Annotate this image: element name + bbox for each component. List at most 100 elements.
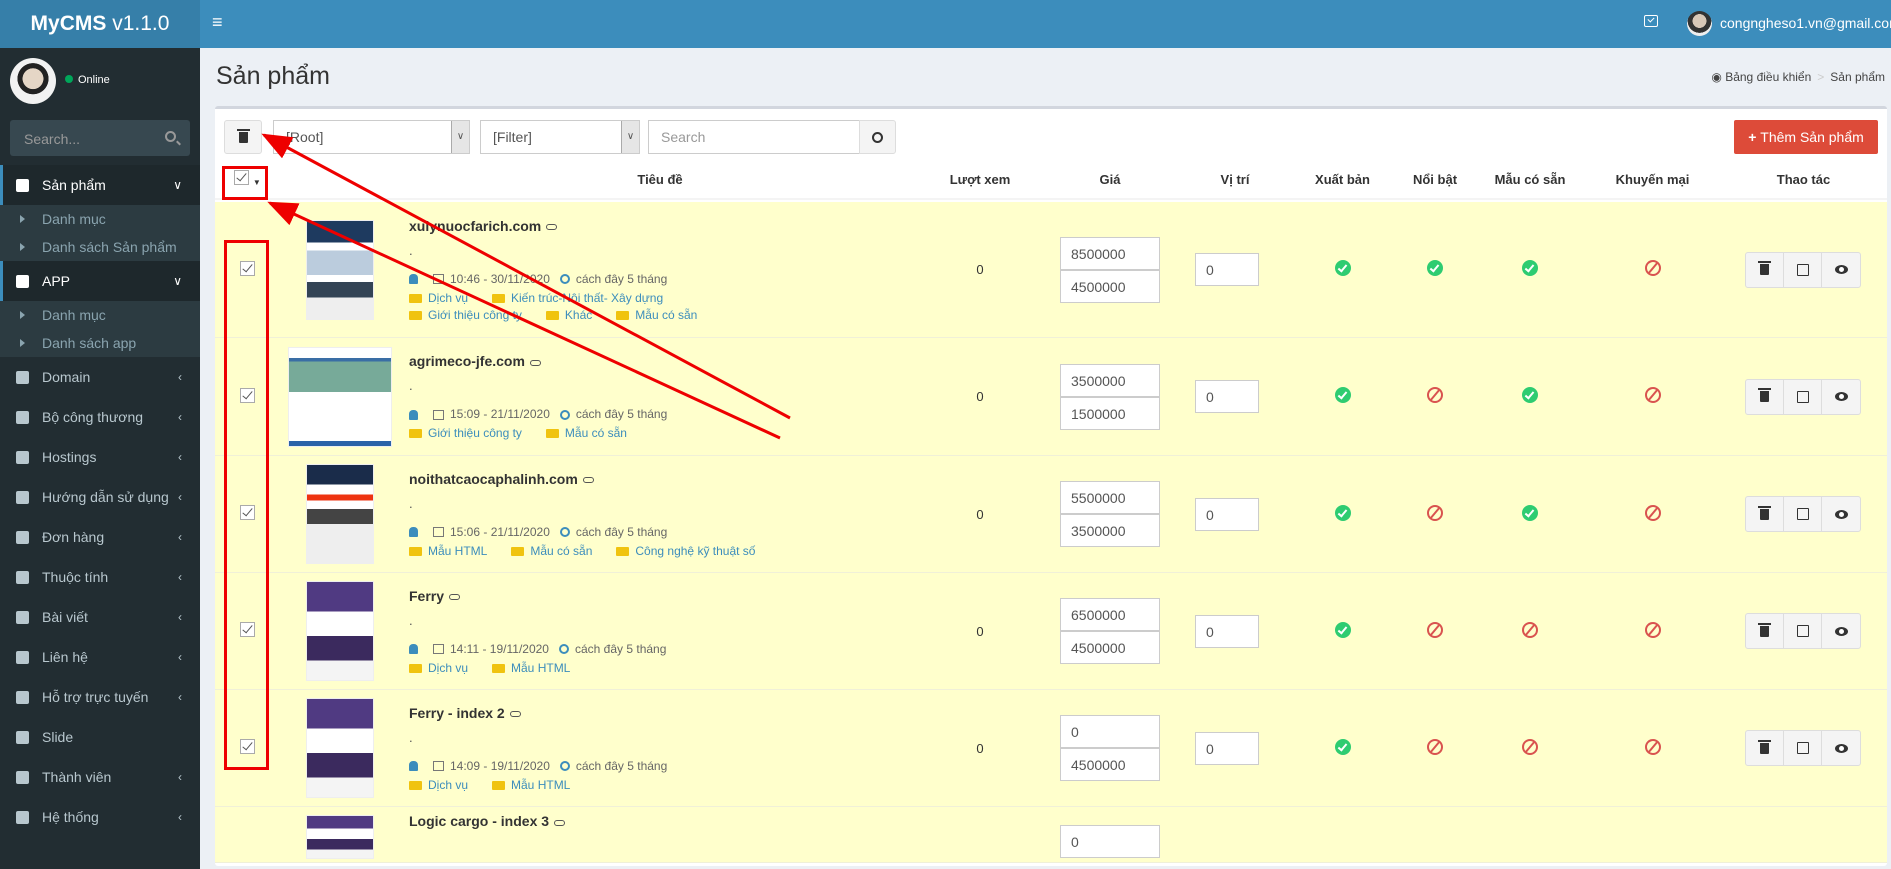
- sidebar-item-4[interactable]: Hostings ‹: [0, 437, 200, 477]
- mail-icon[interactable]: [1644, 15, 1658, 27]
- sidebar-item-13[interactable]: Hệ thống ‹: [0, 797, 200, 837]
- position-input[interactable]: 0: [1195, 614, 1259, 648]
- sidebar-subitem[interactable]: Danh mục: [0, 205, 200, 233]
- select-all-dropdown[interactable]: ▼: [215, 170, 280, 188]
- sale-price-input[interactable]: 4500000: [1060, 748, 1160, 781]
- sidebar-item-5[interactable]: Hướng dẫn sử dụng ‹: [0, 477, 200, 517]
- check-circle-icon[interactable]: [1334, 504, 1351, 521]
- template-toggle[interactable]: [1475, 621, 1585, 641]
- sidebar-subitem[interactable]: Danh sách app: [0, 329, 200, 357]
- product-title[interactable]: Logic cargo - index 3: [409, 813, 549, 829]
- delete-button[interactable]: [1746, 379, 1784, 414]
- category-tag[interactable]: Mẫu HTML: [492, 778, 582, 792]
- row-checkbox[interactable]: [240, 505, 255, 520]
- sidebar-subitem[interactable]: Danh sách Sản phẩm: [0, 233, 200, 261]
- search-input[interactable]: Search: [648, 120, 860, 154]
- sale-price-input[interactable]: 4500000: [1060, 269, 1160, 303]
- category-tag[interactable]: Mẫu có sẵn: [545, 426, 639, 440]
- view-button[interactable]: [1822, 614, 1860, 648]
- price-input[interactable]: 0: [1060, 825, 1160, 858]
- price-input[interactable]: 6500000: [1060, 598, 1160, 631]
- delete-button[interactable]: [1746, 497, 1784, 531]
- delete-button[interactable]: [1746, 614, 1784, 648]
- sale-price-input[interactable]: 1500000: [1060, 396, 1160, 430]
- category-tag[interactable]: Mẫu HTML: [409, 544, 499, 558]
- delete-button[interactable]: [1746, 731, 1784, 765]
- edit-button[interactable]: [1784, 731, 1822, 765]
- published-toggle[interactable]: [1290, 260, 1395, 279]
- view-button[interactable]: [1822, 731, 1860, 765]
- row-checkbox[interactable]: [240, 260, 255, 276]
- caret-down-icon[interactable]: ▼: [253, 178, 261, 187]
- published-toggle[interactable]: [1290, 504, 1395, 524]
- category-tag-label[interactable]: Dịch vụ: [428, 661, 468, 675]
- category-tag-label[interactable]: Công nghệ kỹ thuật số: [635, 544, 755, 558]
- sidebar-item-11[interactable]: Slide: [0, 717, 200, 757]
- check-circle-icon[interactable]: [1522, 504, 1538, 521]
- category-tag-label[interactable]: Kiến trúc-Nội thất- Xây dựng: [511, 291, 663, 305]
- user-avatar[interactable]: [1687, 11, 1712, 36]
- product-title[interactable]: Ferry - index 2: [409, 705, 505, 721]
- link-icon[interactable]: [449, 594, 461, 601]
- published-toggle[interactable]: [1290, 387, 1395, 406]
- position-input[interactable]: 0: [1195, 253, 1259, 286]
- edit-button[interactable]: [1784, 252, 1822, 287]
- featured-toggle[interactable]: [1395, 504, 1475, 524]
- category-tag-label[interactable]: Mẫu có sẵn: [635, 308, 697, 322]
- check-circle-icon[interactable]: [1334, 387, 1351, 403]
- ban-icon[interactable]: [1427, 504, 1443, 521]
- template-toggle[interactable]: [1475, 260, 1585, 279]
- featured-toggle[interactable]: [1395, 387, 1475, 406]
- sale-price-input[interactable]: 3500000: [1060, 514, 1160, 547]
- template-toggle[interactable]: [1475, 738, 1585, 758]
- sale-price-input[interactable]: 4500000: [1060, 631, 1160, 664]
- sidebar-item-12[interactable]: Thành viên ‹: [0, 757, 200, 797]
- sidebar-item-10[interactable]: Hỗ trợ trực tuyến ‹: [0, 677, 200, 717]
- sidebar-item-6[interactable]: Đơn hàng ‹: [0, 517, 200, 557]
- add-product-button[interactable]: + Thêm Sản phẩm: [1734, 120, 1878, 154]
- sidebar-item-9[interactable]: Liên hệ ‹: [0, 637, 200, 677]
- featured-toggle[interactable]: [1395, 621, 1475, 641]
- category-tag-label[interactable]: Giới thiệu công ty: [428, 308, 522, 322]
- ban-icon[interactable]: [1644, 260, 1661, 276]
- link-icon[interactable]: [546, 224, 558, 231]
- sidebar-search-input[interactable]: Search...: [10, 120, 190, 156]
- category-select[interactable]: [Root] ∨: [273, 120, 470, 154]
- link-icon[interactable]: [529, 359, 541, 366]
- bulk-delete-button[interactable]: [224, 120, 262, 154]
- promo-toggle[interactable]: [1585, 504, 1720, 524]
- sidebar-item-3[interactable]: Bộ công thương ‹: [0, 397, 200, 437]
- row-checkbox[interactable]: [240, 387, 255, 403]
- price-input[interactable]: 3500000: [1060, 363, 1160, 397]
- product-title[interactable]: agrimeco-jfe.com: [409, 353, 525, 369]
- link-icon[interactable]: [554, 819, 566, 826]
- category-tag-label[interactable]: Dịch vụ: [428, 778, 468, 792]
- check-circle-icon[interactable]: [1522, 387, 1538, 403]
- template-toggle[interactable]: [1475, 504, 1585, 524]
- published-toggle[interactable]: [1290, 621, 1395, 641]
- ban-icon[interactable]: [1522, 621, 1538, 638]
- link-icon[interactable]: [582, 477, 594, 484]
- category-tag[interactable]: Mẫu có sẵn: [616, 308, 709, 322]
- category-tag[interactable]: Khác: [545, 308, 604, 322]
- row-checkbox[interactable]: [240, 739, 255, 754]
- promo-toggle[interactable]: [1585, 387, 1720, 406]
- sidebar-item-8[interactable]: Bài viết ‹: [0, 597, 200, 637]
- check-circle-icon[interactable]: [1334, 738, 1351, 755]
- price-input[interactable]: 5500000: [1060, 481, 1160, 514]
- ban-icon[interactable]: [1427, 387, 1443, 403]
- edit-button[interactable]: [1784, 379, 1822, 414]
- category-tag-label[interactable]: Mẫu HTML: [428, 544, 487, 558]
- ban-icon[interactable]: [1522, 738, 1538, 755]
- ban-icon[interactable]: [1644, 621, 1661, 638]
- ban-icon[interactable]: [1644, 738, 1661, 755]
- featured-toggle[interactable]: [1395, 260, 1475, 279]
- product-thumbnail[interactable]: [306, 815, 374, 859]
- product-title[interactable]: Ferry: [409, 588, 444, 604]
- product-thumbnail[interactable]: [288, 346, 392, 447]
- category-tag[interactable]: Giới thiệu công ty: [409, 308, 534, 322]
- delete-button[interactable]: [1746, 252, 1784, 287]
- search-icon[interactable]: [165, 131, 176, 142]
- link-icon[interactable]: [509, 711, 521, 718]
- category-tag-label[interactable]: Khác: [565, 308, 592, 322]
